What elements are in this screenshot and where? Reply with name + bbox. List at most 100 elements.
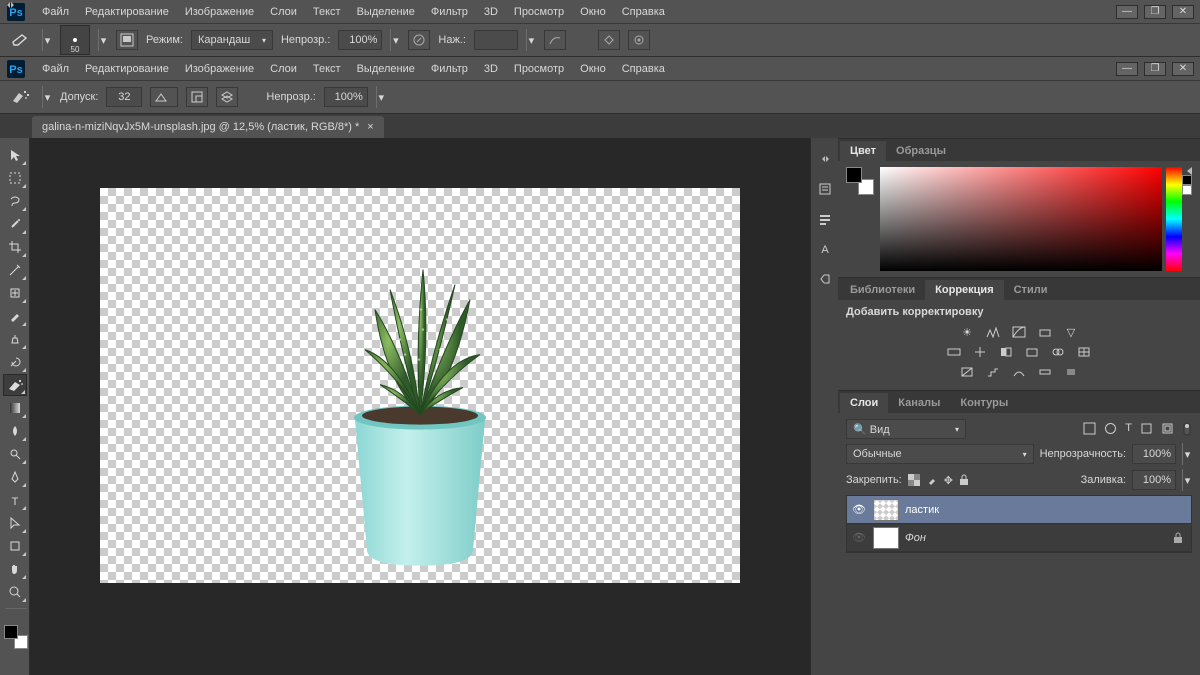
filter-adjust-icon[interactable]	[1104, 422, 1117, 436]
menu-text[interactable]: Текст	[305, 63, 349, 75]
move-tool[interactable]	[3, 144, 27, 166]
layer-row[interactable]: 👁 Фон	[847, 524, 1191, 552]
layer-filter-combo[interactable]: 🔍 Вид▾	[846, 419, 966, 439]
gradient-tool[interactable]	[3, 397, 27, 419]
menu-window[interactable]: Окно	[572, 6, 614, 18]
doc-maximize-button[interactable]: ❐	[1144, 62, 1166, 76]
hue-slider[interactable]	[1166, 167, 1182, 271]
brush-panel-toggle-button[interactable]	[116, 30, 138, 50]
lock-position-icon[interactable]: ✥	[944, 474, 953, 487]
opacity-input[interactable]: 100%	[338, 30, 382, 50]
menu-help[interactable]: Справка	[614, 6, 673, 18]
hue-adjust-icon[interactable]	[946, 344, 962, 360]
toolbar-collapse-rocker[interactable]	[4, 2, 16, 10]
dock-expand-rocker[interactable]	[819, 156, 831, 164]
clone-stamp-tool[interactable]	[3, 328, 27, 350]
brush-tool[interactable]	[3, 305, 27, 327]
shape-tool[interactable]	[3, 535, 27, 557]
character-panel-icon[interactable]: A	[816, 240, 834, 258]
layer-thumbnail[interactable]	[873, 499, 899, 521]
posterize-adjust-icon[interactable]	[985, 364, 1001, 380]
layer-opacity-input[interactable]: 100%	[1132, 444, 1176, 464]
healing-brush-tool[interactable]	[3, 282, 27, 304]
magic-wand-tool[interactable]	[3, 213, 27, 235]
white-swatch[interactable]	[1182, 185, 1192, 195]
tool-preset-dropdown[interactable]: ▾	[42, 29, 52, 51]
history-panel-icon[interactable]	[816, 180, 834, 198]
window-maximize-button[interactable]: ❐	[1144, 5, 1166, 19]
vibrance-adjust-icon[interactable]: ▽	[1063, 324, 1079, 340]
menu-3d[interactable]: 3D	[476, 63, 506, 75]
type-tool[interactable]: T	[3, 489, 27, 511]
tolerance-input[interactable]: 32	[106, 87, 142, 107]
color-lookup-adjust-icon[interactable]	[1076, 344, 1092, 360]
filter-pixel-icon[interactable]	[1083, 422, 1096, 436]
flow-dropdown[interactable]: ▾	[526, 29, 536, 51]
color-swatch-pair[interactable]	[4, 625, 28, 649]
hand-tool[interactable]	[3, 558, 27, 580]
filter-type-icon[interactable]: T	[1125, 422, 1132, 436]
marquee-tool[interactable]	[3, 167, 27, 189]
layer-name[interactable]: ластик	[905, 504, 939, 516]
adjustments-tab[interactable]: Коррекция	[925, 280, 1003, 300]
fill-dropdown[interactable]: ▾	[1182, 469, 1192, 491]
menu-view[interactable]: Просмотр	[506, 6, 572, 18]
document-tab[interactable]: galina-n-miziNqvJx5M-unsplash.jpg @ 12,5…	[32, 116, 384, 138]
invert-adjust-icon[interactable]	[959, 364, 975, 380]
opacity-input-2[interactable]: 100%	[324, 87, 368, 107]
erase-history-button[interactable]	[598, 30, 620, 50]
channel-mixer-adjust-icon[interactable]	[1050, 344, 1066, 360]
hue-slider-thumb-icon[interactable]	[1187, 167, 1192, 175]
menu-select[interactable]: Выделение	[349, 6, 423, 18]
paths-tab[interactable]: Контуры	[950, 393, 1018, 413]
opacity-dropdown-2[interactable]: ▾	[376, 86, 386, 108]
dodge-tool[interactable]	[3, 443, 27, 465]
menu-text[interactable]: Текст	[305, 6, 349, 18]
menu-filter[interactable]: Фильтр	[423, 63, 476, 75]
antialias-button[interactable]	[150, 87, 178, 107]
lasso-tool[interactable]	[3, 190, 27, 212]
document-canvas[interactable]	[100, 188, 740, 583]
blur-tool[interactable]	[3, 420, 27, 442]
brush-preset-dropdown[interactable]: ▾	[98, 29, 108, 51]
menu-3d[interactable]: 3D	[476, 6, 506, 18]
crop-tool[interactable]	[3, 236, 27, 258]
layers-tab[interactable]: Слои	[840, 393, 888, 413]
sample-all-layers-button[interactable]	[216, 87, 238, 107]
threshold-adjust-icon[interactable]	[1011, 364, 1027, 380]
color-tab[interactable]: Цвет	[840, 141, 886, 161]
selective-color-adjust-icon[interactable]	[1063, 364, 1079, 380]
menu-help[interactable]: Справка	[614, 63, 673, 75]
window-minimize-button[interactable]: —	[1116, 5, 1138, 19]
exposure-adjust-icon[interactable]	[1037, 324, 1053, 340]
photo-filter-adjust-icon[interactable]	[1024, 344, 1040, 360]
menu-image[interactable]: Изображение	[177, 6, 262, 18]
properties-panel-icon[interactable]	[816, 210, 834, 228]
tool-preset-dropdown-2[interactable]: ▾	[42, 86, 52, 108]
airbrush-button[interactable]	[544, 30, 566, 50]
pressure-size-button[interactable]	[628, 30, 650, 50]
color-field[interactable]	[880, 167, 1162, 271]
opacity-dropdown[interactable]: ▾	[390, 29, 400, 51]
current-tool-icon[interactable]	[8, 29, 34, 51]
layer-row[interactable]: 👁 ластик	[847, 496, 1191, 524]
libraries-tab[interactable]: Библиотеки	[840, 280, 925, 300]
doc-minimize-button[interactable]: —	[1116, 62, 1138, 76]
visibility-toggle-icon[interactable]: 👁	[851, 503, 867, 516]
menu-select[interactable]: Выделение	[349, 63, 423, 75]
fill-input[interactable]: 100%	[1132, 470, 1176, 490]
levels-adjust-icon[interactable]	[985, 324, 1001, 340]
swatches-tab[interactable]: Образцы	[886, 141, 956, 161]
black-swatch[interactable]	[1182, 175, 1192, 185]
paragraph-panel-icon[interactable]	[816, 270, 834, 288]
color-balance-adjust-icon[interactable]	[972, 344, 988, 360]
flow-input[interactable]	[474, 30, 518, 50]
canvas-area[interactable]	[30, 138, 810, 675]
menu-layers[interactable]: Слои	[262, 6, 305, 18]
menu-layers[interactable]: Слои	[262, 63, 305, 75]
menu-view[interactable]: Просмотр	[506, 63, 572, 75]
bw-adjust-icon[interactable]	[998, 344, 1014, 360]
menu-window[interactable]: Окно	[572, 63, 614, 75]
layer-opacity-dropdown[interactable]: ▾	[1182, 443, 1192, 465]
layer-name[interactable]: Фон	[905, 532, 926, 544]
